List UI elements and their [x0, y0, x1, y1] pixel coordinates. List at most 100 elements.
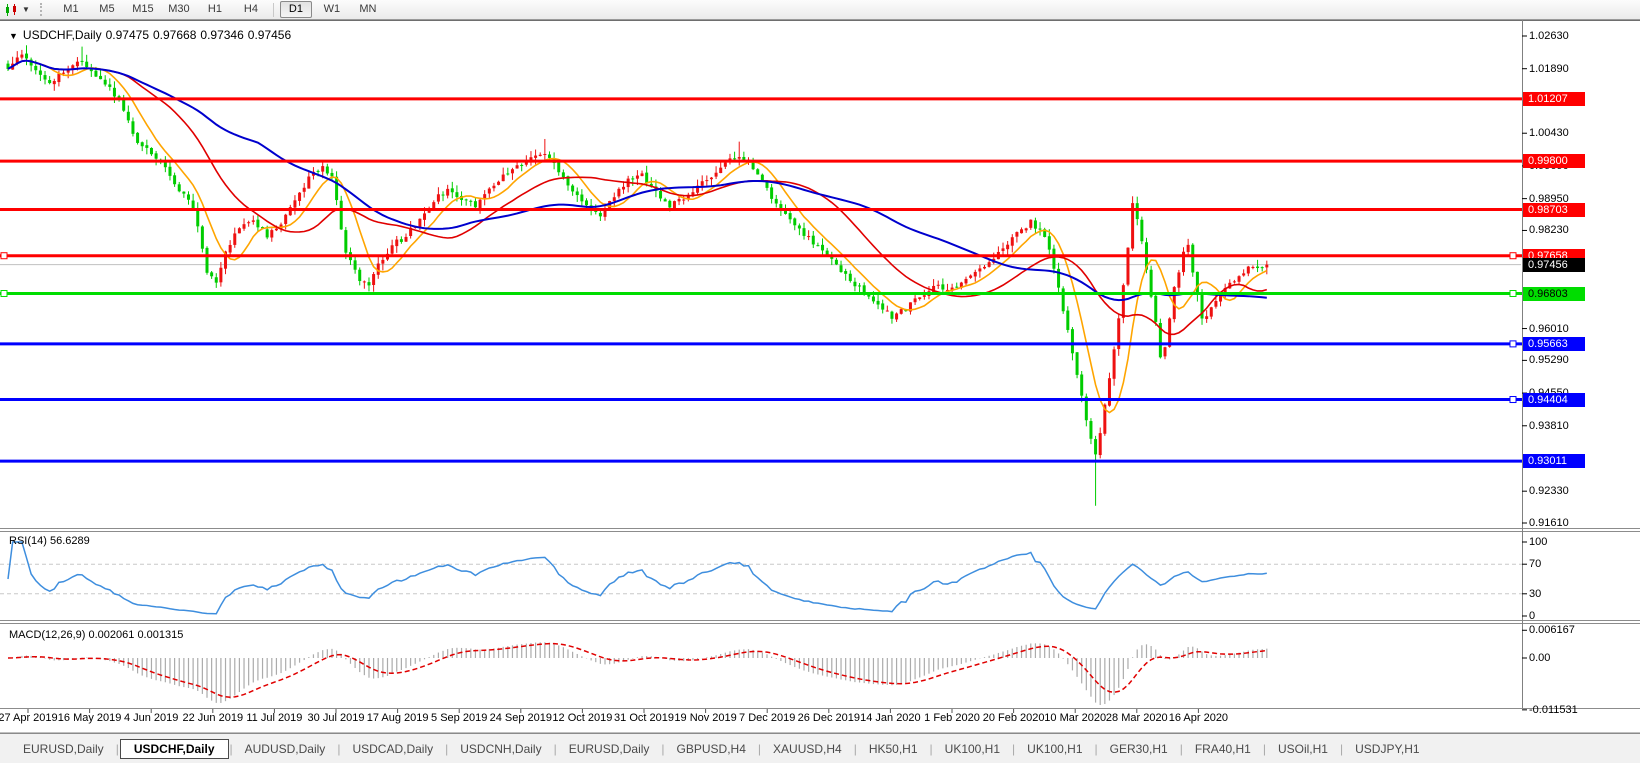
- date-label: 16 May 2019: [58, 712, 122, 724]
- candle-body: [1191, 245, 1194, 273]
- candle-body: [978, 268, 981, 271]
- tab-gbpusd-h4[interactable]: GBPUSD,H4: [666, 740, 757, 758]
- candle-body: [1136, 203, 1139, 219]
- line-left-handle[interactable]: [1, 291, 7, 297]
- tab-fra40-h1[interactable]: FRA40,H1: [1184, 740, 1262, 758]
- candle-body: [395, 240, 398, 247]
- candle-body: [243, 224, 246, 229]
- candle-body: [516, 165, 519, 168]
- macd-indicator-label: MACD(12,26,9) 0.002061 0.001315: [9, 629, 183, 641]
- candle-body: [872, 296, 875, 301]
- symbol-tab-bar: EURUSD,Daily|USDCHF,Daily|AUDUSD,Daily|U…: [0, 733, 1640, 763]
- candle-body: [765, 182, 768, 188]
- candle-body: [793, 218, 796, 225]
- rsi-tick-label: 100: [1529, 536, 1547, 548]
- candle-body: [1020, 229, 1023, 233]
- tab-eurusd-daily[interactable]: EURUSD,Daily: [12, 740, 115, 758]
- candle-body: [367, 282, 370, 285]
- date-label: 5 Sep 2019: [431, 712, 487, 724]
- candle-body: [844, 271, 847, 274]
- candle-body: [664, 199, 667, 201]
- line-left-handle[interactable]: [1, 253, 7, 259]
- candle-body: [44, 75, 47, 79]
- candle-body: [39, 70, 42, 74]
- candle-body: [326, 167, 329, 174]
- candle-body: [1154, 296, 1157, 322]
- candle-body: [890, 312, 893, 319]
- candle-body: [511, 169, 514, 173]
- candle-body: [877, 301, 880, 305]
- candle-body: [1025, 228, 1028, 230]
- date-label: 19 Nov 2019: [674, 712, 736, 724]
- candle-body: [238, 228, 241, 233]
- price-tick-label: 0.91610: [1529, 517, 1569, 529]
- candle-body: [206, 248, 209, 273]
- candle-body: [1214, 301, 1217, 307]
- price-flag-0.99800: 0.99800: [1523, 154, 1585, 168]
- candle-body: [1164, 347, 1167, 356]
- tab-separator: |: [1263, 742, 1266, 756]
- low-value: 0.97346: [200, 28, 243, 42]
- date-label: 4 Jun 2019: [124, 712, 178, 724]
- candle-body: [622, 187, 625, 190]
- candle-body: [1242, 273, 1245, 275]
- candle-body: [219, 268, 222, 283]
- open-value: 0.97475: [106, 28, 149, 42]
- tab-usoil-h1[interactable]: USOil,H1: [1267, 740, 1339, 758]
- tab-hk50-h1[interactable]: HK50,H1: [858, 740, 929, 758]
- candle-body: [886, 311, 889, 312]
- line-right-handle[interactable]: [1510, 341, 1516, 347]
- tab-separator: |: [116, 742, 119, 756]
- current-price-flag: 0.97456: [1523, 258, 1585, 272]
- candle-body: [131, 121, 134, 134]
- candle-body: [145, 145, 148, 148]
- candle-body: [520, 165, 523, 166]
- line-right-handle[interactable]: [1510, 397, 1516, 403]
- tab-separator: |: [758, 742, 761, 756]
- candle-body: [895, 313, 898, 319]
- candle-body: [155, 153, 158, 158]
- tab-eurusd-daily[interactable]: EURUSD,Daily: [558, 740, 661, 758]
- candle-body: [1089, 421, 1092, 439]
- tab-usdcad-daily[interactable]: USDCAD,Daily: [341, 740, 444, 758]
- tab-usdjpy-h1[interactable]: USDJPY,H1: [1344, 740, 1430, 758]
- candle-body: [580, 195, 583, 202]
- tab-ger30-h1[interactable]: GER30,H1: [1099, 740, 1179, 758]
- candle-body: [247, 222, 250, 223]
- candle-body: [1265, 265, 1268, 268]
- date-label: 11 Jul 2019: [246, 712, 302, 724]
- tab-separator: |: [854, 742, 857, 756]
- candle-body: [1052, 249, 1055, 269]
- candle-body: [719, 168, 722, 173]
- line-right-handle[interactable]: [1510, 291, 1516, 297]
- line-right-handle[interactable]: [1510, 253, 1516, 259]
- tab-xauusd-h4[interactable]: XAUUSD,H4: [762, 740, 853, 758]
- candle-body: [636, 176, 639, 179]
- candle-body: [983, 267, 986, 269]
- candle-body: [849, 274, 852, 281]
- tab-audusd-daily[interactable]: AUDUSD,Daily: [234, 740, 337, 758]
- rsi-tick-label: 70: [1529, 558, 1541, 570]
- candle-body: [330, 173, 333, 176]
- tab-separator: |: [554, 742, 557, 756]
- chart-canvas[interactable]: [0, 0, 1640, 763]
- date-label: 16 Apr 2020: [1169, 712, 1228, 724]
- candle-body: [613, 197, 616, 201]
- candle-body: [835, 260, 838, 265]
- candle-body: [442, 195, 445, 196]
- candle-body: [57, 74, 60, 82]
- tab-uk100-h1[interactable]: UK100,H1: [1016, 740, 1093, 758]
- rsi-value: 56.6289: [50, 535, 90, 547]
- date-label: 27 Apr 2019: [0, 712, 58, 724]
- candle-body: [881, 303, 884, 309]
- candle-body: [455, 192, 458, 197]
- candle-body: [20, 55, 23, 58]
- tab-usdcnh-daily[interactable]: USDCNH,Daily: [449, 740, 552, 758]
- candle-body: [1080, 374, 1083, 395]
- candle-body: [918, 297, 921, 299]
- candle-body: [150, 148, 153, 154]
- price-tick-label: 0.98230: [1529, 224, 1569, 236]
- tab-usdchf-daily[interactable]: USDCHF,Daily: [120, 739, 229, 759]
- tab-uk100-h1[interactable]: UK100,H1: [934, 740, 1011, 758]
- symbol-dropdown-icon[interactable]: ▼: [9, 31, 18, 41]
